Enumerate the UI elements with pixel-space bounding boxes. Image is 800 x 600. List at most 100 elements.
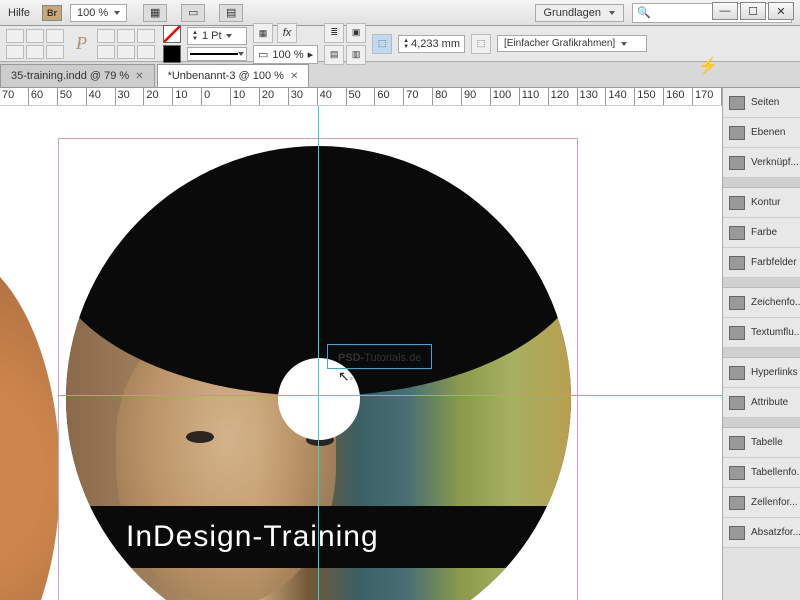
tool-btn[interactable] xyxy=(117,29,135,43)
psd-label-frame[interactable]: PSD-Tutorials.de xyxy=(327,344,432,369)
panel-cellf[interactable]: Zellenfor... xyxy=(723,488,800,518)
tool-btn[interactable] xyxy=(46,45,64,59)
panel-swatches[interactable]: Farbfelder xyxy=(723,248,800,278)
stroke-style-select[interactable] xyxy=(187,47,247,61)
document-tabs: 35-training.indd @ 79 %✕ *Unbenannt-3 @ … xyxy=(0,62,800,88)
tool-btn[interactable] xyxy=(26,29,44,43)
tool-btn[interactable] xyxy=(97,45,115,59)
tool-btn[interactable] xyxy=(46,29,64,43)
panel-attr[interactable]: Attribute xyxy=(723,388,800,418)
opacity-input[interactable]: ▭ 100 % ▸ xyxy=(253,45,318,64)
panel-links[interactable]: Verknüpf... xyxy=(723,148,800,178)
panel-layers[interactable]: Ebenen xyxy=(723,118,800,148)
panel-label: Seiten xyxy=(751,97,779,108)
fx-icon[interactable]: ▦ xyxy=(253,23,273,43)
arrange-icon[interactable]: ▤ xyxy=(219,4,243,22)
swatches-icon xyxy=(729,256,745,270)
tool-group xyxy=(97,29,157,59)
caret-icon xyxy=(114,11,120,15)
doc-tab[interactable]: 35-training.indd @ 79 %✕ xyxy=(0,64,155,87)
fill-none-swatch[interactable] xyxy=(163,25,181,43)
panel-wrap[interactable]: Textumflu... xyxy=(723,318,800,348)
tool-btn[interactable] xyxy=(137,45,155,59)
measure-icon[interactable]: ⬚ xyxy=(372,34,392,54)
panel-label: Hyperlinks xyxy=(751,367,798,378)
tablef-icon xyxy=(729,466,745,480)
stroke-black-swatch[interactable] xyxy=(163,45,181,63)
screen-mode-icon[interactable]: ▭ xyxy=(181,4,205,22)
tool-btn[interactable] xyxy=(6,29,24,43)
panel-label: Zellenfor... xyxy=(751,497,798,508)
panel-char[interactable]: Zeichenfo... xyxy=(723,288,800,318)
paraf-icon xyxy=(729,526,745,540)
panel-label: Tabellenfo... xyxy=(751,467,800,478)
ruler-horizontal[interactable]: 7060504030201001020304050607080901001101… xyxy=(0,88,722,106)
panel-color[interactable]: Farbe xyxy=(723,218,800,248)
panel-label: Zeichenfo... xyxy=(751,297,800,308)
panel-table[interactable]: Tabelle xyxy=(723,428,800,458)
bridge-button[interactable]: Br xyxy=(42,5,62,21)
tool-btn[interactable] xyxy=(117,45,135,59)
minimize-button[interactable]: — xyxy=(712,2,738,20)
stroke-width-input[interactable]: ▲▼ 1 Pt xyxy=(187,27,247,45)
help-menu[interactable]: Hilfe xyxy=(8,7,30,19)
panel-label: Ebenen xyxy=(751,127,785,138)
panel-tablef[interactable]: Tabellenfo... xyxy=(723,458,800,488)
artwork-eye xyxy=(186,431,214,443)
zoom-value: 100 % xyxy=(77,7,108,19)
links-icon xyxy=(729,156,745,170)
workspace-select[interactable]: Grundlagen xyxy=(535,4,625,22)
close-tab-icon[interactable]: ✕ xyxy=(135,71,143,82)
table-icon xyxy=(729,436,745,450)
panels-dock: Seiten Ebenen Verknüpf... Kontur Farbe Farbfe… xyxy=(722,88,800,600)
paragraph-icon: P xyxy=(76,33,87,54)
panel-label: Kontur xyxy=(751,197,780,208)
panel-label: Textumflu... xyxy=(751,327,800,338)
bolt-icon[interactable]: ⚡ xyxy=(698,56,718,76)
panel-stroke[interactable]: Kontur xyxy=(723,188,800,218)
caret-icon xyxy=(609,11,615,15)
guide-vertical[interactable] xyxy=(318,106,319,600)
cellf-icon xyxy=(729,496,745,510)
tool-group xyxy=(6,29,66,59)
char-icon xyxy=(729,296,745,310)
panel-label: Attribute xyxy=(751,397,788,408)
panel-label: Tabelle xyxy=(751,437,783,448)
cursor-icon: ↖▫ xyxy=(338,368,353,385)
panel-hyper[interactable]: Hyperlinks xyxy=(723,358,800,388)
panel-pages[interactable]: Seiten xyxy=(723,88,800,118)
tool-btn[interactable] xyxy=(97,29,115,43)
attr-icon xyxy=(729,396,745,410)
wrap-icon[interactable]: ≣ xyxy=(324,23,344,43)
hyper-icon xyxy=(729,366,745,380)
frame-icon[interactable]: ⬚ xyxy=(471,34,491,54)
wrap-icon[interactable]: ▣ xyxy=(346,23,366,43)
fx-button[interactable]: fx xyxy=(277,23,297,43)
maximize-button[interactable]: ☐ xyxy=(740,2,766,20)
canvas[interactable]: InDesign-Training PSD-Tutorials.de ↖▫ xyxy=(0,106,722,600)
tool-btn[interactable] xyxy=(6,45,24,59)
panel-label: Absatzfor... xyxy=(751,527,800,538)
wrap-icon[interactable]: ▥ xyxy=(346,45,366,65)
search-icon: 🔍 xyxy=(637,6,651,19)
frame-type-select[interactable]: [Einfacher Grafikrahmen] xyxy=(497,35,647,52)
artwork-disc-left xyxy=(0,246,60,600)
pages-icon xyxy=(729,96,745,110)
measure-input[interactable]: ▲▼4,233 mm xyxy=(398,35,465,53)
panel-label: Farbfelder xyxy=(751,257,797,268)
close-button[interactable]: ✕ xyxy=(768,2,794,20)
tool-btn[interactable] xyxy=(137,29,155,43)
guide-horizontal[interactable] xyxy=(58,395,722,396)
panel-paraf[interactable]: Absatzfor... xyxy=(723,518,800,548)
zoom-select[interactable]: 100 % xyxy=(70,4,127,22)
tool-btn[interactable] xyxy=(26,45,44,59)
doc-tab[interactable]: *Unbenannt-3 @ 100 %✕ xyxy=(157,64,310,87)
color-icon xyxy=(729,226,745,240)
wrap-icon[interactable]: ▤ xyxy=(324,45,344,65)
layers-icon xyxy=(729,126,745,140)
close-tab-icon[interactable]: ✕ xyxy=(290,71,298,82)
panel-label: Farbe xyxy=(751,227,777,238)
view-options-icon[interactable]: ▦ xyxy=(143,4,167,22)
stroke-icon xyxy=(729,196,745,210)
panel-label: Verknüpf... xyxy=(751,157,799,168)
